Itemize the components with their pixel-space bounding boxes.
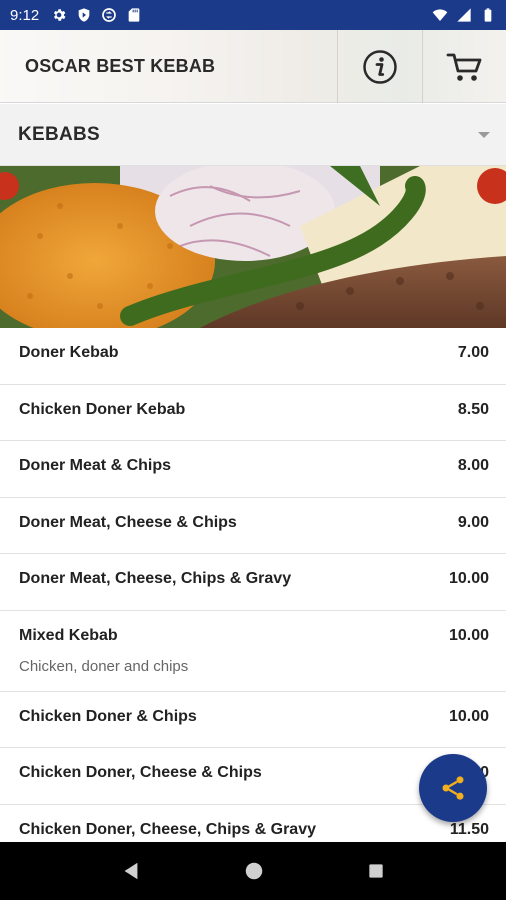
- cart-icon: [446, 53, 482, 81]
- menu-item-name: Doner Meat, Cheese & Chips: [19, 513, 237, 531]
- menu-item-price: 10.00: [448, 570, 489, 587]
- menu-item-name: Chicken Doner, Cheese & Chips: [19, 764, 262, 781]
- category-dropdown[interactable]: KEBABS: [0, 104, 506, 166]
- signal-icon: [457, 8, 471, 22]
- gear-icon: [54, 9, 66, 21]
- category-banner-image: [0, 166, 506, 328]
- restaurant-title: OSCAR BEST KEBAB: [25, 56, 216, 76]
- menu-item[interactable]: Mixed Kebab Chicken, doner and chips 10.…: [0, 611, 506, 692]
- recents-icon[interactable]: [366, 861, 386, 881]
- status-notification-icons: [51, 7, 142, 23]
- menu-item[interactable]: Doner Meat, Cheese, Chips & Gravy 10.00: [0, 554, 506, 611]
- wifi-icon: [432, 9, 448, 21]
- menu-item-description: Chicken, doner and chips: [19, 657, 189, 675]
- sd-card-icon: [128, 8, 140, 22]
- menu-item[interactable]: Doner Kebab 7.00: [0, 328, 506, 385]
- menu-item-name: Doner Meat & Chips: [19, 457, 172, 474]
- share-button[interactable]: [419, 754, 487, 822]
- menu-item[interactable]: Chicken Doner & Chips 10.00: [0, 692, 506, 748]
- menu-item-name: Doner Kebab: [19, 344, 119, 361]
- menu-item-price: 7.00: [457, 344, 489, 361]
- cart-button[interactable]: [422, 30, 506, 103]
- menu-item-name: Chicken Doner & Chips: [19, 707, 197, 725]
- status-bar: 9:12: [0, 0, 506, 30]
- menu-item[interactable]: Doner Meat, Cheese & Chips 9.00: [0, 498, 506, 554]
- dropdown-arrow-icon: [478, 132, 490, 138]
- menu-item[interactable]: Chicken Doner Kebab 8.50: [0, 385, 506, 441]
- share-icon: [442, 776, 464, 800]
- shield-icon: [78, 8, 90, 22]
- menu-item-price: 9.00: [457, 513, 489, 531]
- app-header: OSCAR BEST KEBAB: [0, 30, 506, 103]
- category-selected-label: KEBABS: [18, 124, 101, 145]
- menu-item[interactable]: Doner Meat & Chips 8.00: [0, 441, 506, 498]
- home-icon[interactable]: [243, 860, 265, 882]
- back-icon[interactable]: [120, 860, 142, 882]
- menu-item-name: Doner Meat, Cheese, Chips & Gravy: [19, 570, 292, 587]
- info-icon: [363, 49, 397, 84]
- sync-icon: [102, 8, 117, 22]
- menu-item-price: 11.50: [449, 820, 489, 838]
- menu-item-name: Chicken Doner, Cheese, Chips & Gravy: [19, 820, 316, 838]
- status-time: 9:12: [10, 6, 40, 24]
- menu-item-name: Mixed Kebab: [19, 626, 118, 644]
- kebab-plate-illustration: [0, 166, 506, 328]
- menu-item-price: 8.00: [457, 457, 489, 474]
- menu-item-name: Chicken Doner Kebab: [19, 400, 186, 418]
- menu-item-price: 8.50: [457, 400, 489, 418]
- system-nav-bar: [0, 842, 506, 900]
- status-system-icons: [432, 7, 496, 23]
- menu-item-price: 10.00: [448, 707, 489, 725]
- menu-item-price: 10.00: [448, 626, 489, 644]
- info-button[interactable]: [337, 30, 422, 103]
- battery-icon: [484, 8, 492, 22]
